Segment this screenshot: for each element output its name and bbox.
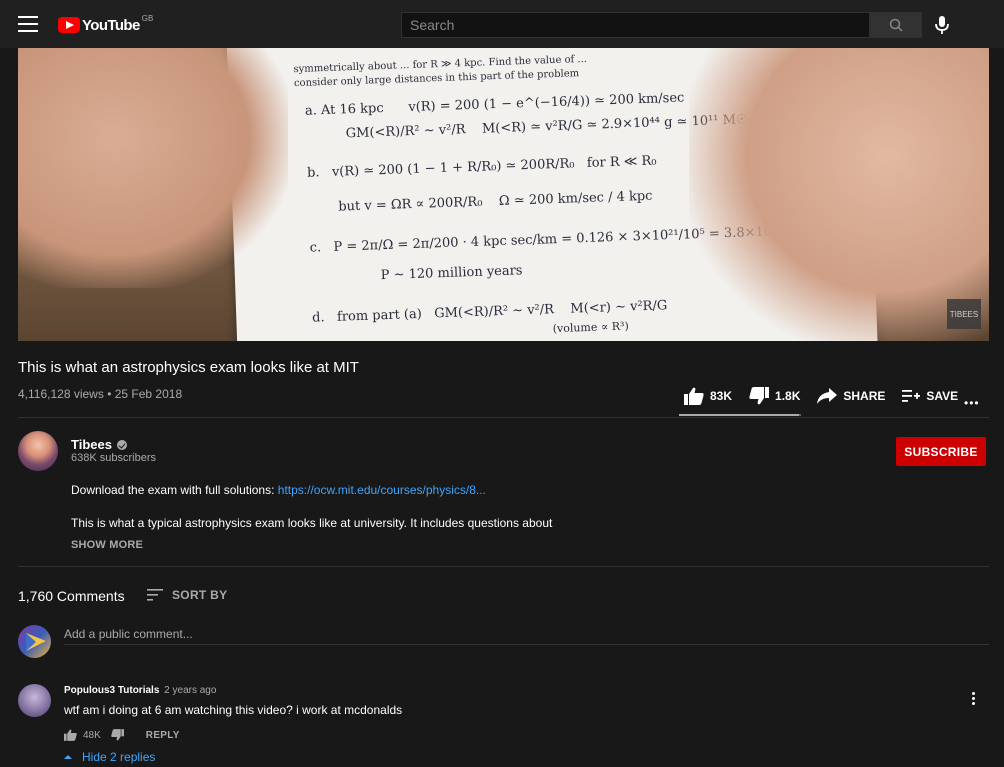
like-count: 83K [710,389,733,403]
description-prefix: Download the exam with full solutions: [71,483,278,497]
comment-like-button[interactable]: 48K [64,729,101,741]
playlist-add-icon [902,390,921,402]
youtube-logo[interactable]: YouTube GB [58,13,154,35]
share-label: SHARE [843,389,886,403]
add-comment-input[interactable]: Add a public comment... [64,627,989,645]
dislike-count: 1.8K [775,389,801,403]
show-more-button[interactable]: SHOW MORE [71,539,143,551]
thumbs-down-icon [111,729,124,741]
play-icon [58,17,80,33]
video-meta: 4,116,128 views • 25 Feb 2018 [18,387,182,401]
chevron-up-icon [64,755,72,759]
comment-header: Populous3 Tutorials 2 years ago [64,685,216,696]
description-line-1: Download the exam with full solutions: h… [71,483,486,497]
verified-check-icon [116,439,127,450]
share-button[interactable]: SHARE [817,388,885,404]
thumbs-down-icon [749,387,770,405]
view-count: 4,116,128 views [18,387,104,401]
thumbs-up-icon [64,729,77,741]
sort-by-label: SORT BY [172,588,228,602]
sort-by-button[interactable]: SORT BY [147,588,227,602]
like-ratio-bar [679,414,801,416]
subscriber-count: 638K subscribers [71,452,156,464]
meta-separator: • [107,387,115,401]
top-bar: YouTube GB Search [0,0,1004,48]
share-icon [817,388,838,404]
description-link[interactable]: https://ocw.mit.edu/courses/physics/8... [278,483,486,497]
reply-button[interactable]: REPLY [146,730,180,741]
hide-replies-button[interactable]: Hide 2 replies [64,750,155,764]
logo-text: YouTube [82,16,140,34]
sort-icon [147,589,163,601]
comments-count: 1,760 Comments [18,588,125,604]
comment-menu-icon[interactable] [966,692,980,708]
search-input[interactable]: Search [401,12,870,38]
channel-name: Tibees [71,437,112,452]
like-button[interactable]: 83K [684,387,732,405]
search-button[interactable] [870,12,922,38]
video-player[interactable]: symmetrically about ... for R ≫ 4 kpc. F… [18,48,989,341]
more-actions-icon[interactable]: ••• [964,396,980,410]
channel-avatar[interactable] [18,431,58,471]
comment-author-avatar[interactable] [18,684,51,717]
channel-watermark[interactable]: TIBEES [947,299,981,329]
user-avatar-art [26,633,46,651]
divider [18,417,989,418]
channel-name-row[interactable]: Tibees [71,437,127,452]
search-icon [889,18,903,32]
video-hand-right [689,48,989,341]
microphone-icon[interactable] [932,14,952,36]
divider [18,566,989,567]
dislike-button[interactable]: 1.8K [749,387,800,405]
thumbs-up-icon [684,387,704,405]
video-title: This is what an astrophysics exam looks … [18,359,359,376]
video-actions: 83K 1.8K SHARE SAVE [684,386,975,406]
hide-replies-label: Hide 2 replies [82,750,156,764]
save-button[interactable]: SAVE [902,389,958,403]
comment-author[interactable]: Populous3 Tutorials [64,685,159,696]
logo-country: GB [141,13,154,23]
comment-text: wtf am i doing at 6 am watching this vid… [64,703,403,717]
comment-time[interactable]: 2 years ago [164,685,216,696]
comment-actions: 48K REPLY [64,728,180,742]
hamburger-menu-icon[interactable] [18,16,38,32]
description-line-2: This is what a typical astrophysics exam… [71,516,553,530]
subscribe-button[interactable]: SUBSCRIBE [896,437,986,466]
comment-like-count: 48K [83,729,101,741]
video-hand-left [18,48,288,288]
comment-dislike-button[interactable] [111,729,130,741]
user-avatar[interactable] [18,625,51,658]
upload-date: 25 Feb 2018 [114,387,183,401]
save-label: SAVE [926,389,959,403]
like-ratio-fill [679,414,799,416]
